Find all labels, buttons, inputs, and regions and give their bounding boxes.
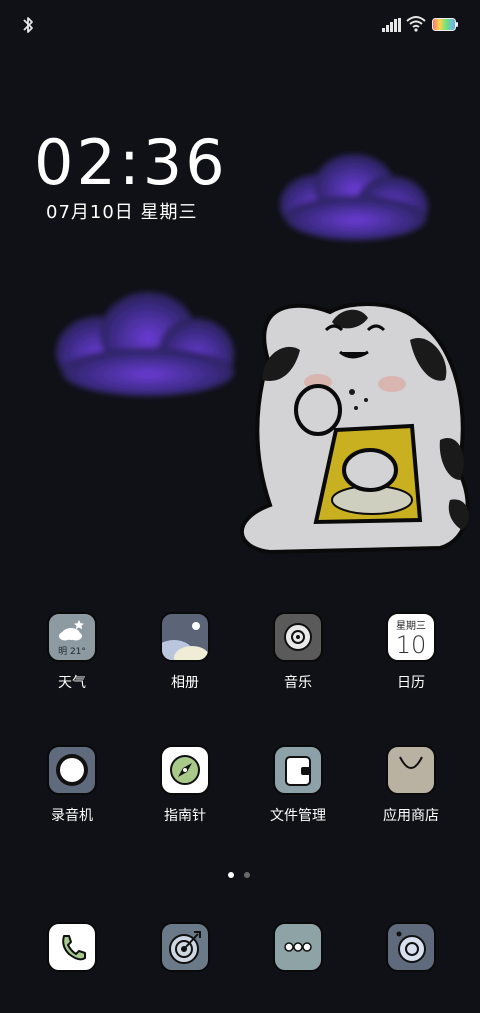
camera-icon (386, 922, 436, 972)
app-store-icon (386, 745, 436, 795)
home-screen: 02:36 07月10日 星期三 明 21° 天气 相册 音乐 星期三 10 日… (0, 0, 480, 1013)
bluetooth-icon (23, 17, 33, 33)
app-label: 相册 (171, 675, 199, 691)
status-bar (0, 0, 480, 48)
app-compass[interactable]: 指南针 (135, 745, 235, 825)
app-label: 音乐 (284, 675, 312, 691)
app-weather[interactable]: 明 21° 天气 (22, 612, 122, 692)
file-manager-icon (273, 745, 323, 795)
clock-date: 07月10日 星期三 (46, 202, 198, 223)
page-indicator[interactable] (228, 872, 258, 880)
dock-browser[interactable] (135, 922, 235, 972)
wallpaper-illustration (56, 154, 470, 555)
dock-camera[interactable] (361, 922, 461, 972)
page-dot-active (228, 872, 234, 878)
dock-messages[interactable] (248, 922, 348, 972)
cloud-top (280, 154, 428, 240)
app-label: 指南针 (164, 808, 206, 824)
weather-icon: 明 21° (47, 612, 97, 662)
app-music[interactable]: 音乐 (248, 612, 348, 692)
clock-time[interactable]: 02:36 (34, 128, 228, 198)
calendar-weekday: 星期三 (396, 621, 426, 632)
app-gallery[interactable]: 相册 (135, 612, 235, 692)
music-icon (273, 612, 323, 662)
calendar-day: 10 (395, 631, 427, 659)
calendar-icon: 星期三 10 (386, 612, 436, 662)
app-label: 录音机 (51, 808, 93, 824)
app-store[interactable]: 应用商店 (361, 745, 461, 825)
app-file-manager[interactable]: 文件管理 (248, 745, 348, 825)
compass-icon (160, 745, 210, 795)
recorder-icon (47, 745, 97, 795)
dock-phone[interactable] (22, 922, 122, 972)
cloud-left (56, 292, 234, 396)
wifi-icon (406, 16, 426, 32)
phone-icon (47, 922, 97, 972)
app-calendar[interactable]: 星期三 10 日历 (361, 612, 461, 692)
gallery-icon (160, 612, 210, 662)
signal-icon (382, 18, 401, 32)
app-recorder[interactable]: 录音机 (22, 745, 122, 825)
cat-illustration (239, 302, 470, 555)
app-label: 文件管理 (270, 808, 326, 824)
page-dot (244, 872, 250, 878)
weather-detail: 明 21° (58, 647, 86, 657)
browser-icon (160, 922, 210, 972)
battery-icon (432, 18, 458, 31)
app-label: 应用商店 (383, 808, 439, 824)
app-label: 天气 (58, 675, 86, 691)
messages-icon (273, 922, 323, 972)
app-label: 日历 (397, 675, 425, 691)
